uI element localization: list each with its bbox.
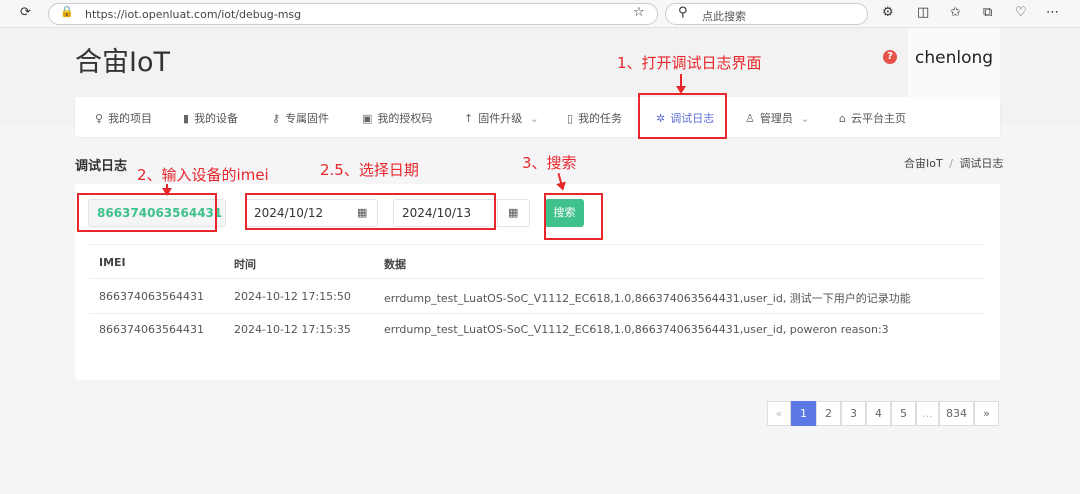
main-nav: ♀ 我的项目 ▮ 我的设备 ⚷ 专属固件 ▣ 我的授权码 ↑ 固件升级 ⌄ ▯ 我的任务 ✲… bbox=[75, 97, 1000, 137]
split-icon[interactable]: ◫ bbox=[917, 5, 929, 20]
reload-icon[interactable]: ⟳ bbox=[20, 5, 31, 20]
nav-firmware[interactable]: ⚷ 专属固件 bbox=[272, 110, 329, 126]
breadcrumb: 合宙IoT / 调试日志 bbox=[904, 155, 1003, 171]
page-prev[interactable]: « bbox=[767, 401, 791, 426]
nav-label: 固件升级 bbox=[478, 112, 523, 125]
nav-label: 管理员 bbox=[759, 112, 793, 125]
clipboard-icon: ▯ bbox=[567, 112, 574, 125]
col-imei: IMEI bbox=[99, 256, 126, 269]
card-icon: ▣ bbox=[362, 112, 373, 125]
page-next[interactable]: » bbox=[974, 401, 999, 426]
chevron-down-icon: ⌄ bbox=[800, 112, 810, 125]
user-name[interactable]: chenlong bbox=[908, 28, 1000, 98]
heart-icon[interactable]: ♡ bbox=[1015, 5, 1027, 20]
cell-imei: 866374063564431 bbox=[99, 323, 204, 336]
nav-label: 专属固件 bbox=[285, 112, 330, 125]
nav-auth-codes[interactable]: ▣ 我的授权码 bbox=[362, 110, 432, 126]
cell-data: errdump_test_LuatOS-SoC_V1112_EC618,1.0,… bbox=[384, 292, 911, 305]
page-4[interactable]: 4 bbox=[866, 401, 891, 426]
breadcrumb-home[interactable]: 合宙IoT bbox=[904, 157, 943, 170]
cell-time: 2024-10-12 17:15:50 bbox=[234, 290, 351, 303]
arrow-icon bbox=[557, 172, 563, 186]
nav-my-projects[interactable]: ♀ 我的项目 bbox=[95, 110, 152, 126]
extensions-icon[interactable]: ⚙ bbox=[882, 5, 894, 20]
annotation-step25: 2.5、选择日期 bbox=[320, 161, 419, 179]
nav-my-devices[interactable]: ▮ 我的设备 bbox=[183, 110, 238, 126]
favorites-icon[interactable]: ✩ bbox=[950, 5, 961, 20]
logo[interactable]: 合宙IoT bbox=[75, 40, 170, 79]
key-icon: ⚷ bbox=[272, 112, 281, 125]
divider bbox=[89, 278, 985, 279]
nav-admin[interactable]: ♙ 管理员 ⌄ bbox=[745, 110, 810, 126]
nav-label: 我的设备 bbox=[194, 112, 239, 125]
address-bar[interactable]: https://iot.openluat.com/iot/debug-msg bbox=[48, 3, 658, 25]
arrow-icon bbox=[162, 184, 172, 196]
help-icon[interactable]: ? bbox=[883, 50, 897, 64]
nav-label: 我的项目 bbox=[108, 112, 153, 125]
more-icon[interactable]: ⋯ bbox=[1046, 5, 1059, 20]
page-2[interactable]: 2 bbox=[816, 401, 841, 426]
arrow-icon bbox=[676, 74, 686, 94]
highlight-box bbox=[245, 193, 496, 230]
annotation-step3: 3、搜索 bbox=[522, 154, 577, 172]
cell-data: errdump_test_LuatOS-SoC_V1112_EC618,1.0,… bbox=[384, 323, 889, 336]
divider bbox=[89, 313, 985, 314]
page-5[interactable]: 5 bbox=[891, 401, 916, 426]
divider bbox=[497, 199, 498, 227]
nav-cloud-home[interactable]: ⌂ 云平台主页 bbox=[839, 110, 906, 126]
page-3[interactable]: 3 bbox=[841, 401, 866, 426]
search-icon: ⚲ bbox=[678, 5, 688, 20]
search-placeholder: 点此搜索 bbox=[702, 10, 746, 23]
chip-icon: ▮ bbox=[183, 112, 190, 125]
nav-label: 云平台主页 bbox=[850, 112, 906, 125]
breadcrumb-sep: / bbox=[949, 157, 953, 170]
nav-label: 我的任务 bbox=[578, 112, 623, 125]
nav-my-tasks[interactable]: ▯ 我的任务 bbox=[567, 110, 622, 126]
user-icon: ♙ bbox=[745, 112, 755, 125]
breadcrumb-current: 调试日志 bbox=[959, 157, 1004, 170]
cell-imei: 866374063564431 bbox=[99, 290, 204, 303]
collections-icon[interactable]: ⧉ bbox=[983, 5, 992, 20]
page-ellipsis: ... bbox=[916, 401, 939, 426]
divider bbox=[89, 244, 985, 245]
arrow-up-icon: ↑ bbox=[464, 112, 474, 125]
lightbulb-icon: ♀ bbox=[95, 112, 104, 125]
url-text: https://iot.openluat.com/iot/debug-msg bbox=[85, 8, 302, 21]
highlight-box bbox=[638, 93, 727, 139]
calendar-icon[interactable]: ▦ bbox=[508, 206, 518, 219]
chevron-down-icon: ⌄ bbox=[529, 112, 539, 125]
browser-toolbar: ⟳ https://iot.openluat.com/iot/debug-msg… bbox=[0, 0, 1080, 28]
nav-firmware-upgrade[interactable]: ↑ 固件升级 ⌄ bbox=[464, 110, 539, 126]
nav-label: 我的授权码 bbox=[377, 112, 433, 125]
lock-icon: 🔒 bbox=[60, 5, 74, 18]
highlight-box bbox=[544, 193, 603, 240]
highlight-box bbox=[77, 193, 217, 232]
page-1[interactable]: 1 bbox=[791, 401, 816, 426]
cell-time: 2024-10-12 17:15:35 bbox=[234, 323, 351, 336]
star-icon[interactable]: ☆ bbox=[633, 5, 645, 20]
home-icon: ⌂ bbox=[839, 112, 846, 125]
page-title: 调试日志 bbox=[75, 159, 128, 174]
page-834[interactable]: 834 bbox=[939, 401, 974, 426]
col-data: 数据 bbox=[384, 258, 406, 271]
annotation-step1: 1、打开调试日志界面 bbox=[617, 54, 762, 72]
browser-search[interactable]: 点此搜索 bbox=[665, 3, 868, 25]
col-time: 时间 bbox=[234, 258, 256, 271]
annotation-step2: 2、输入设备的imei bbox=[137, 166, 269, 184]
